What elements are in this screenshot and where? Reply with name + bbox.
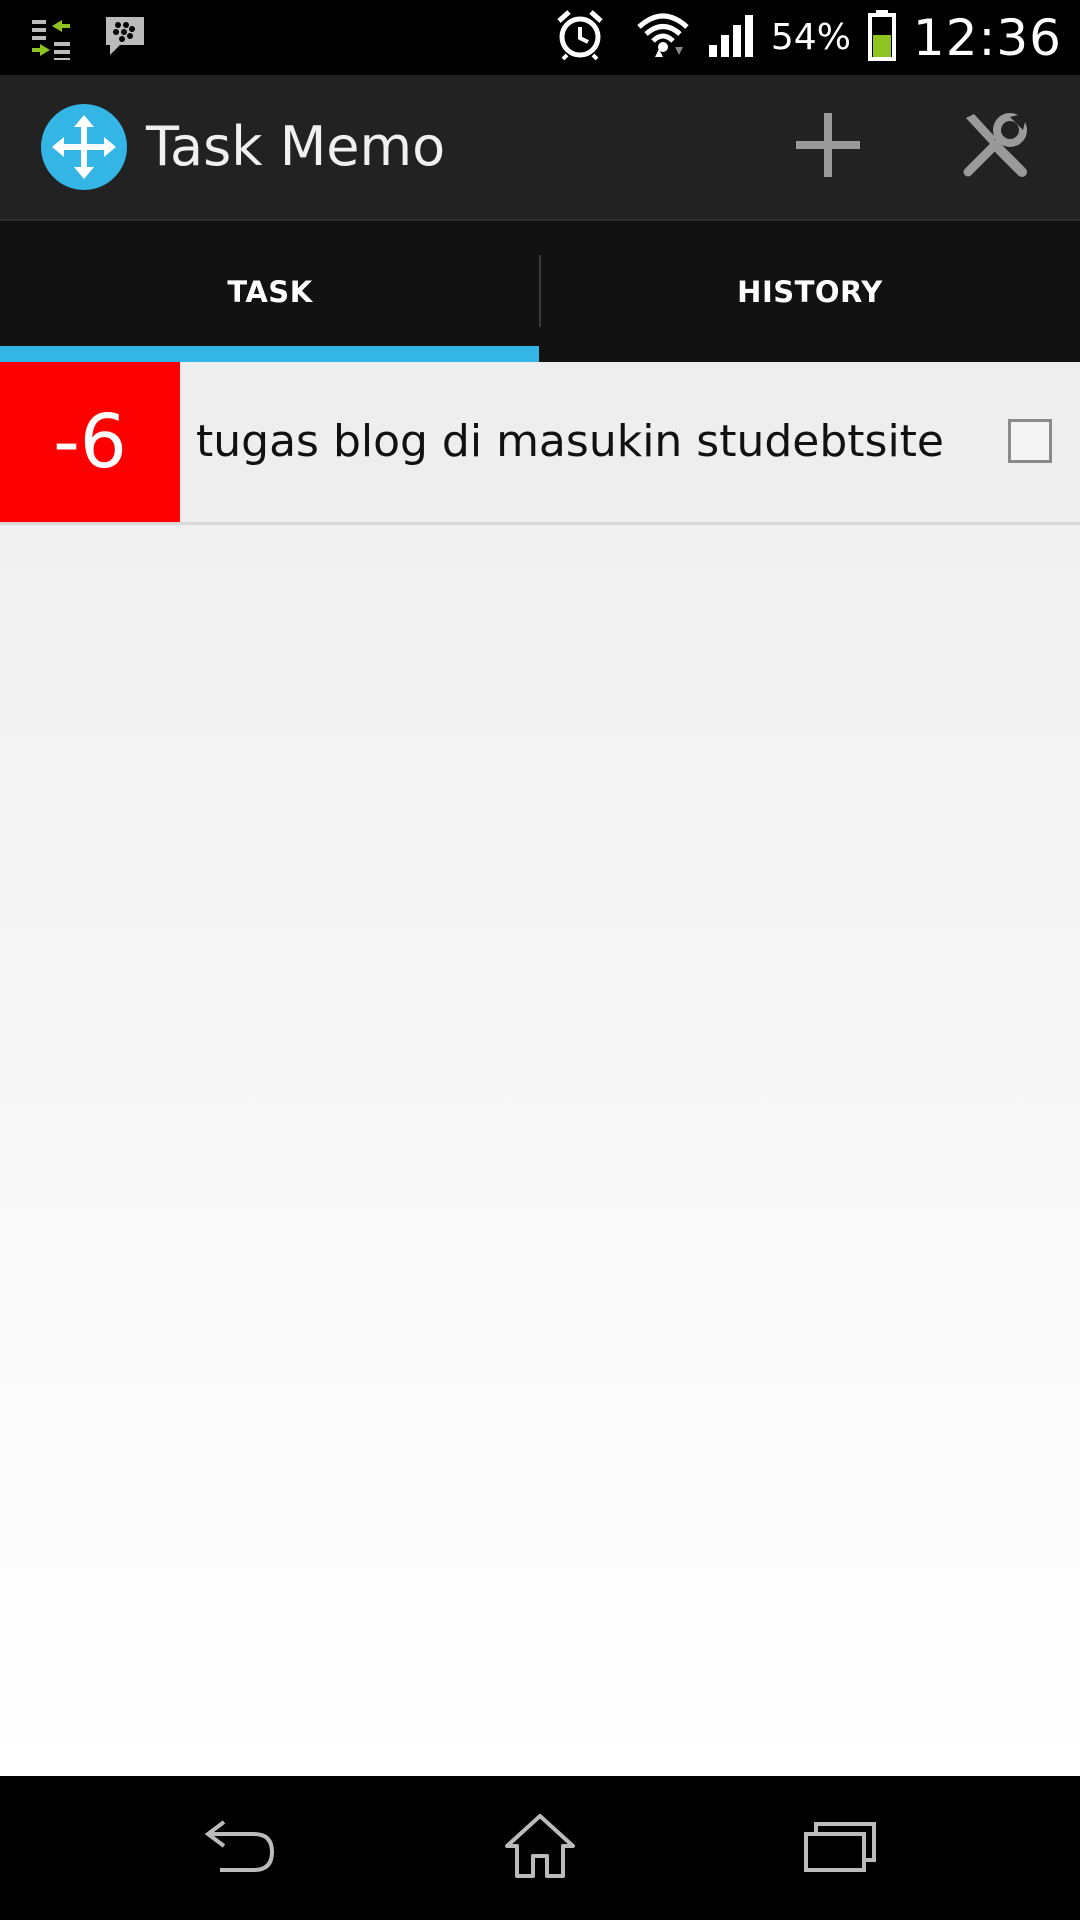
tab-task[interactable]: TASK bbox=[0, 221, 540, 362]
action-bar: Task Memo bbox=[0, 75, 1080, 221]
list-item[interactable]: -6 tugas blog di masukin studebtsite bbox=[0, 362, 1080, 525]
tab-bar: TASK HISTORY bbox=[0, 221, 1080, 362]
home-icon bbox=[503, 1812, 577, 1885]
add-task-button[interactable] bbox=[778, 97, 878, 197]
task-title: tugas blog di masukin studebtsite bbox=[196, 416, 944, 467]
battery-icon bbox=[867, 8, 897, 67]
days-remaining-badge: -6 bbox=[0, 362, 180, 522]
battery-percent: 54% bbox=[770, 17, 851, 58]
recent-apps-icon bbox=[802, 1818, 878, 1879]
home-button[interactable] bbox=[480, 1798, 600, 1898]
tools-icon bbox=[960, 110, 1030, 185]
task-done-checkbox[interactable] bbox=[1008, 419, 1052, 463]
add-icon bbox=[794, 111, 862, 184]
app-title: Task Memo bbox=[146, 115, 446, 178]
bbm-chat-icon bbox=[102, 13, 148, 64]
data-transfer-icon bbox=[30, 12, 74, 65]
move-arrows-icon[interactable] bbox=[40, 103, 128, 191]
back-button[interactable] bbox=[180, 1798, 300, 1898]
alarm-icon bbox=[555, 9, 605, 66]
settings-button[interactable] bbox=[945, 97, 1045, 197]
task-list: -6 tugas blog di masukin studebtsite bbox=[0, 362, 1080, 1776]
tab-history[interactable]: HISTORY bbox=[540, 221, 1080, 362]
signal-icon bbox=[707, 13, 755, 62]
clock: 12:36 bbox=[912, 8, 1062, 67]
notification-area bbox=[30, 12, 148, 65]
navigation-bar bbox=[0, 1776, 1080, 1920]
recent-apps-button[interactable] bbox=[780, 1798, 900, 1898]
selected-tab-indicator bbox=[0, 346, 539, 362]
status-bar: 54% 12:36 bbox=[0, 0, 1080, 75]
back-icon bbox=[202, 1816, 278, 1881]
wifi-icon bbox=[635, 11, 691, 64]
system-tray: 54% 12:36 bbox=[555, 0, 1062, 75]
